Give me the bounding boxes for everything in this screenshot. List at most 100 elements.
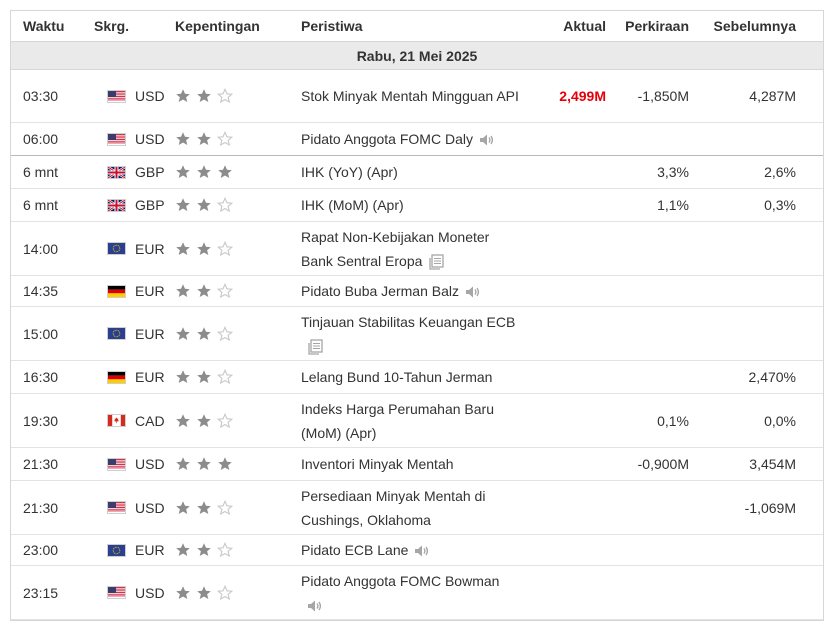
table-row[interactable]: 6 mnt GBP IHK (MoM) (Apr) 1,1% 0,3% [11,189,823,222]
event-link[interactable]: Tinjauan Stabilitas Keuangan ECB [301,314,515,330]
event-name: Pidato ECB Lane [288,535,521,565]
event-link[interactable]: IHK (YoY) (Apr) [301,164,398,180]
star-filled-icon [196,326,212,342]
speaker-icon [465,285,481,299]
currency-cell: USD [94,456,175,472]
currency-code: GBP [135,164,165,180]
star-filled-icon [175,369,191,385]
currency-code: USD [135,499,165,516]
currency-code: USD [135,88,165,104]
table-row[interactable]: 16:30 EUR Lelang Bund 10-Tahun Jerman 2,470… [11,361,823,394]
currency-code: USD [135,456,165,472]
table-row[interactable]: 23:00 EUR Pidato ECB Lane [11,535,823,566]
header-importance[interactable]: Kepentingan [175,18,288,34]
table-row[interactable]: 6 mnt GBP IHK (YoY) (Apr) 3,3% 2,6% [11,156,823,189]
event-link[interactable]: Stok Minyak Mentah Mingguan API [301,88,519,104]
currency-cell: EUR [94,542,175,558]
speaker-icon [414,544,430,558]
header-time[interactable]: Waktu [11,18,94,34]
currency-cell: GBP [94,197,175,213]
event-name: Lelang Bund 10-Tahun Jerman [288,362,521,392]
table-row[interactable]: 06:00 USD Pidato Anggota FOMC Daly [11,123,823,156]
event-link[interactable]: Rapat Non-Kebijakan Moneter Bank Sentral… [301,229,489,269]
event-name: Tinjauan Stabilitas Keuangan ECB [288,307,521,361]
event-link[interactable]: Indeks Harga Perumahan Baru (MoM) (Apr) [301,401,494,441]
us-flag-icon [107,89,126,103]
header-forecast[interactable]: Perkiraan [606,18,689,34]
star-empty-icon [217,325,233,342]
currency-cell: USD [94,500,175,516]
currency-cell: USD [94,88,175,104]
event-name: Pidato Anggota FOMC Bowman [288,566,521,620]
star-filled-icon [196,131,212,147]
star-filled-icon [196,585,212,601]
event-name: Stok Minyak Mentah Mingguan API [288,81,521,111]
event-time: 21:30 [23,499,59,516]
date-header: Rabu, 21 Mei 2025 [11,42,823,70]
importance-rating [175,325,288,342]
us-flag-icon [107,132,126,146]
event-name: Rapat Non-Kebijakan Moneter Bank Sentral… [288,222,521,276]
importance-rating [175,164,288,180]
event-name: IHK (MoM) (Apr) [288,190,521,220]
star-filled-icon [175,500,191,516]
economic-calendar-table: Waktu Skrg. Kepentingan Peristiwa Aktual… [10,10,824,621]
star-filled-icon [196,283,212,299]
eu-flag-icon [107,327,126,340]
currency-cell: USD [94,131,175,147]
star-filled-icon [196,241,212,257]
forecast-value: -0,900M [637,456,689,472]
header-event[interactable]: Peristiwa [288,14,521,38]
header-currency[interactable]: Skrg. [94,18,175,34]
star-filled-icon [196,456,212,472]
importance-rating [175,584,288,601]
importance-rating [175,131,288,147]
event-link[interactable]: Pidato Anggota FOMC Daly [301,131,473,147]
star-filled-icon [175,326,191,342]
actual-value: 2,499M [559,88,606,104]
table-row[interactable]: 19:30 CAD Indeks Harga Perumahan Baru (MoM… [11,394,823,448]
event-link[interactable]: Lelang Bund 10-Tahun Jerman [301,369,492,385]
event-rows: 03:30 USD Stok Minyak Mentah Mingguan API 2… [11,70,823,620]
document-icon [307,339,323,355]
importance-rating [175,369,288,385]
table-row[interactable]: 23:15 USD Pidato Anggota FOMC Bowman [11,566,823,620]
previous-value: -1,069M [744,499,796,516]
star-filled-icon [196,413,212,429]
event-link[interactable]: Persediaan Minyak Mentah di Cushings, Ok… [301,488,485,528]
event-link[interactable]: Inventori Minyak Mentah [301,456,454,472]
currency-cell: EUR [94,241,175,257]
header-actual[interactable]: Aktual [521,18,606,34]
table-row[interactable]: 15:00 EUR Tinjauan Stabilitas Keuangan ECB [11,307,823,361]
event-name: Persediaan Minyak Mentah di Cushings, Ok… [288,481,521,535]
star-empty-icon [217,240,233,257]
star-filled-icon [175,88,191,104]
event-time: 23:00 [23,542,59,558]
event-name: IHK (YoY) (Apr) [288,157,521,187]
importance-rating [175,412,288,429]
table-row[interactable]: 21:30 USD Persediaan Minyak Mentah di Cush… [11,481,823,535]
event-link[interactable]: Pidato ECB Lane [301,542,408,558]
speaker-icon [307,599,323,613]
event-name: Inventori Minyak Mentah [288,449,521,479]
event-link[interactable]: Pidato Anggota FOMC Bowman [301,573,499,589]
currency-code: EUR [135,283,165,299]
star-filled-icon [175,164,191,180]
table-row[interactable]: 21:30 USD Inventori Minyak Mentah -0,900M 3,… [11,448,823,481]
event-time: 03:30 [23,88,59,104]
event-time: 23:15 [23,584,59,601]
previous-value: 3,454M [749,456,796,472]
star-filled-icon [196,500,212,516]
previous-value: 4,287M [749,88,796,104]
table-row[interactable]: 03:30 USD Stok Minyak Mentah Mingguan API 2… [11,70,823,123]
header-previous[interactable]: Sebelumnya [689,18,796,34]
table-row[interactable]: 14:35 EUR Pidato Buba Jerman Balz [11,276,823,307]
event-link[interactable]: IHK (MoM) (Apr) [301,197,404,213]
eu-flag-icon [107,242,126,255]
star-filled-icon [175,585,191,601]
importance-rating [175,240,288,257]
event-link[interactable]: Pidato Buba Jerman Balz [301,283,459,299]
star-empty-icon [217,283,233,299]
table-row[interactable]: 14:00 EUR Rapat Non-Kebijakan Moneter Bank… [11,222,823,276]
us-flag-icon [107,457,126,471]
